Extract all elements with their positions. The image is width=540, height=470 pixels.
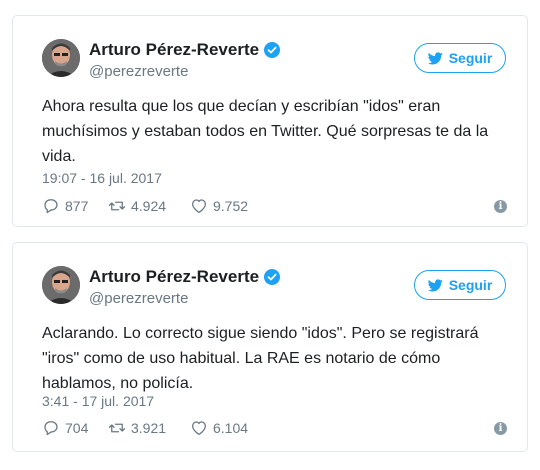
reply-icon	[44, 421, 58, 436]
tweet-card: Arturo Pérez-Reverte @perezreverte Segui…	[12, 15, 528, 227]
reply-button[interactable]: 704	[42, 419, 88, 437]
reply-button[interactable]: 877	[42, 197, 88, 215]
tweet-text: Aclarando. Lo correcto sigue siendo "ido…	[42, 325, 479, 392]
tweet-text: Ahora resulta que los que decían y escri…	[42, 98, 489, 165]
author-name[interactable]: Arturo Pérez-Reverte	[89, 40, 259, 60]
author-handle[interactable]: @perezreverte	[89, 290, 188, 307]
like-count: 9.752	[213, 198, 249, 214]
info-icon[interactable]: i	[494, 200, 507, 213]
tweet-actions: 704 3.921 6.104 i	[42, 419, 507, 439]
retweet-icon	[108, 423, 126, 433]
info-icon[interactable]: i	[494, 422, 507, 435]
twitter-bird-icon	[427, 278, 443, 291]
like-button[interactable]: 9.752	[190, 197, 248, 215]
tweet-card: Arturo Pérez-Reverte @perezreverte Segui…	[12, 242, 528, 452]
verified-badge-icon	[264, 42, 280, 58]
author-avatar[interactable]	[42, 39, 80, 77]
follow-button[interactable]: Seguir	[414, 270, 506, 300]
reply-icon	[44, 199, 58, 214]
verified-badge-icon	[264, 269, 280, 285]
author-name[interactable]: Arturo Pérez-Reverte	[89, 267, 259, 287]
reply-count: 704	[65, 420, 89, 436]
tweet-timestamp[interactable]: 19:07 - 16 jul. 2017	[42, 170, 162, 186]
author-handle[interactable]: @perezreverte	[89, 63, 188, 80]
reply-count: 877	[65, 198, 89, 214]
follow-button[interactable]: Seguir	[414, 43, 506, 73]
like-count: 6.104	[213, 420, 249, 436]
retweet-count: 4.924	[131, 198, 167, 214]
tweet-actions: 877 4.924 9.752 i	[42, 197, 507, 217]
tweet-timestamp[interactable]: 3:41 - 17 jul. 2017	[42, 393, 154, 409]
follow-label: Seguir	[448, 277, 493, 293]
retweet-icon	[108, 201, 126, 211]
twitter-bird-icon	[427, 51, 443, 64]
heart-icon	[191, 199, 207, 214]
retweet-button[interactable]: 3.921	[108, 419, 166, 437]
retweet-count: 3.921	[131, 420, 167, 436]
author-avatar[interactable]	[42, 266, 80, 304]
retweet-button[interactable]: 4.924	[108, 197, 166, 215]
heart-icon	[191, 421, 207, 436]
like-button[interactable]: 6.104	[190, 419, 248, 437]
follow-label: Seguir	[448, 50, 493, 66]
